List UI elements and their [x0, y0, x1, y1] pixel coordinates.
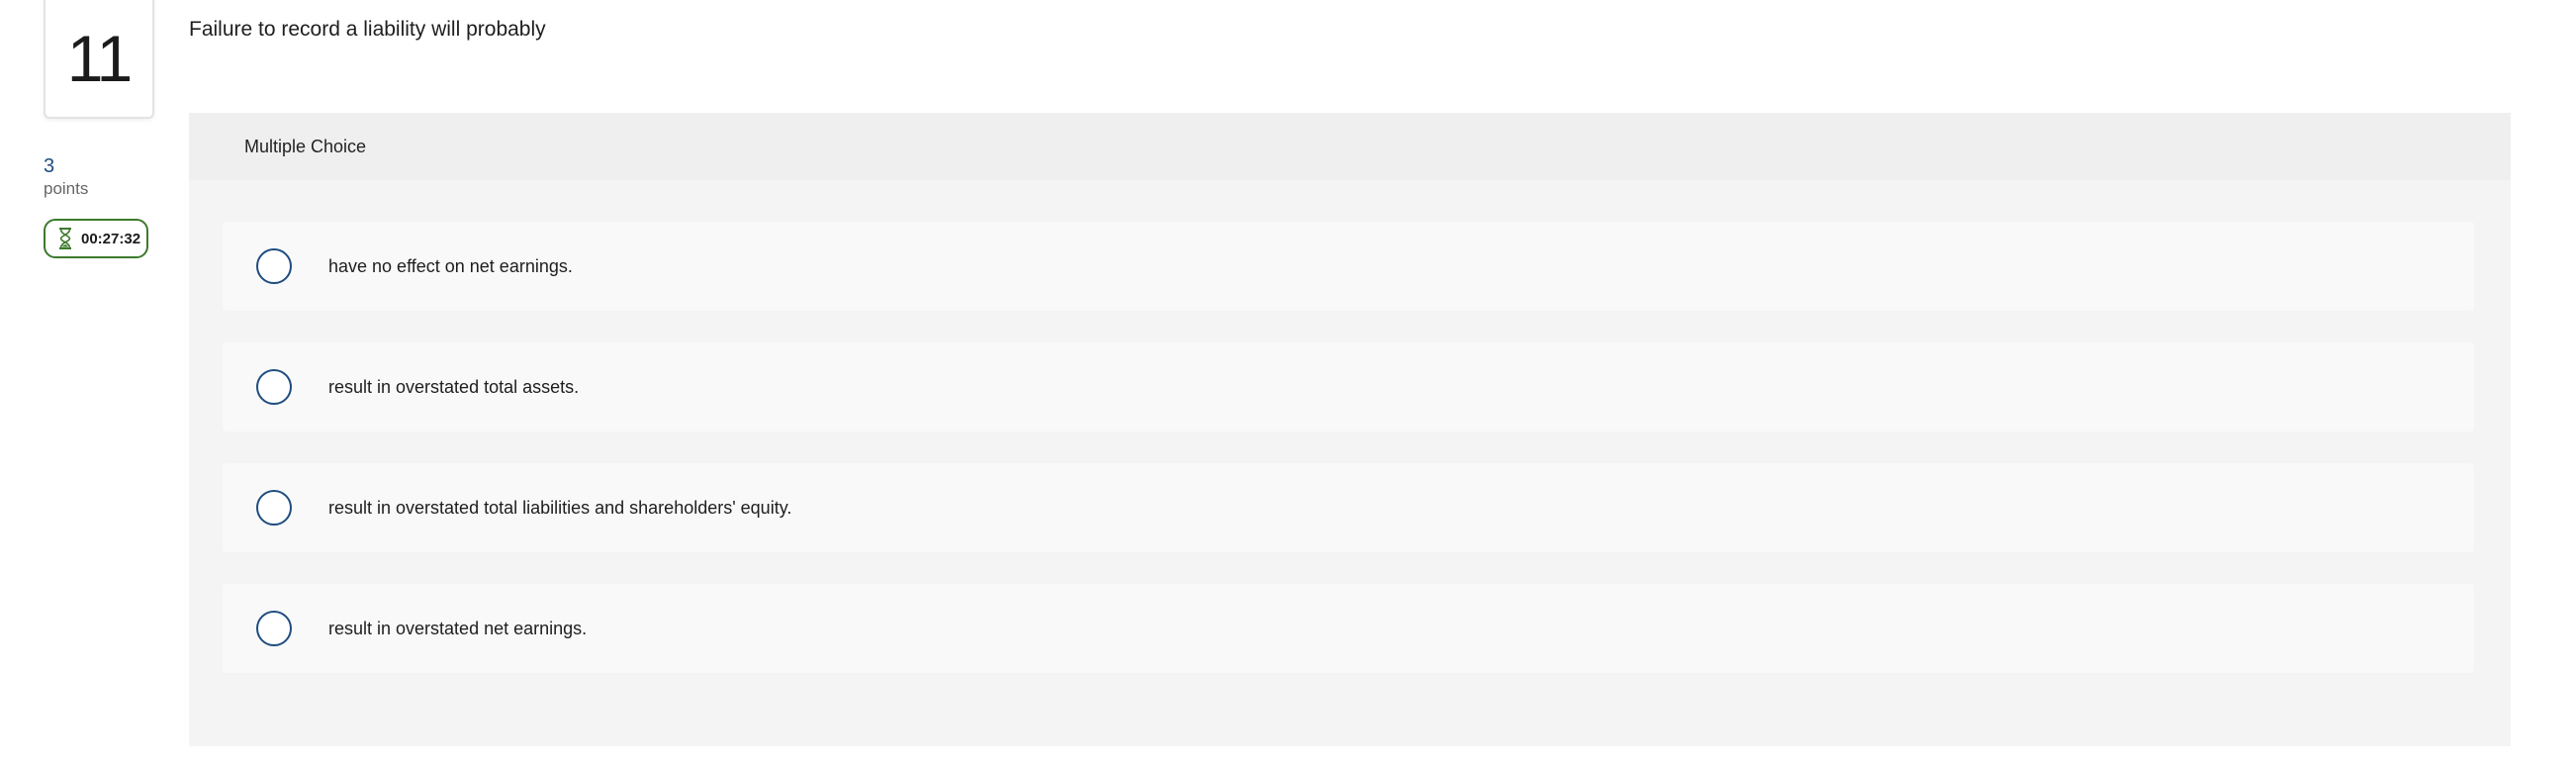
- multiple-choice-panel: Multiple Choice have no effect on net ea…: [189, 113, 2511, 746]
- choice-option-4[interactable]: result in overstated net earnings.: [223, 584, 2474, 673]
- radio-button[interactable]: [256, 611, 292, 646]
- choice-option-1[interactable]: have no effect on net earnings.: [223, 222, 2474, 311]
- choice-label: result in overstated total assets.: [328, 376, 580, 397]
- question-number-box: 11: [44, 0, 154, 119]
- question-number: 11: [66, 22, 134, 95]
- timer-text: 00:27:32: [81, 230, 141, 247]
- radio-button[interactable]: [256, 490, 292, 526]
- timer-badge: 00:27:32: [44, 219, 148, 258]
- choice-label: have no effect on net earnings.: [328, 255, 573, 276]
- choice-label: result in overstated net earnings.: [328, 618, 588, 638]
- points-label: points: [44, 179, 89, 198]
- hourglass-icon: [57, 227, 73, 250]
- radio-button[interactable]: [256, 369, 292, 405]
- radio-button[interactable]: [256, 248, 292, 284]
- choice-list: have no effect on net earnings. result i…: [223, 222, 2474, 705]
- choice-label: result in overstated total liabilities a…: [328, 497, 792, 518]
- choice-option-2[interactable]: result in overstated total assets.: [223, 342, 2474, 432]
- question-text: Failure to record a liability will proba…: [189, 18, 546, 41]
- choice-option-3[interactable]: result in overstated total liabilities a…: [223, 463, 2474, 552]
- multiple-choice-header: Multiple Choice: [189, 113, 2511, 180]
- points-value: 3: [44, 155, 55, 177]
